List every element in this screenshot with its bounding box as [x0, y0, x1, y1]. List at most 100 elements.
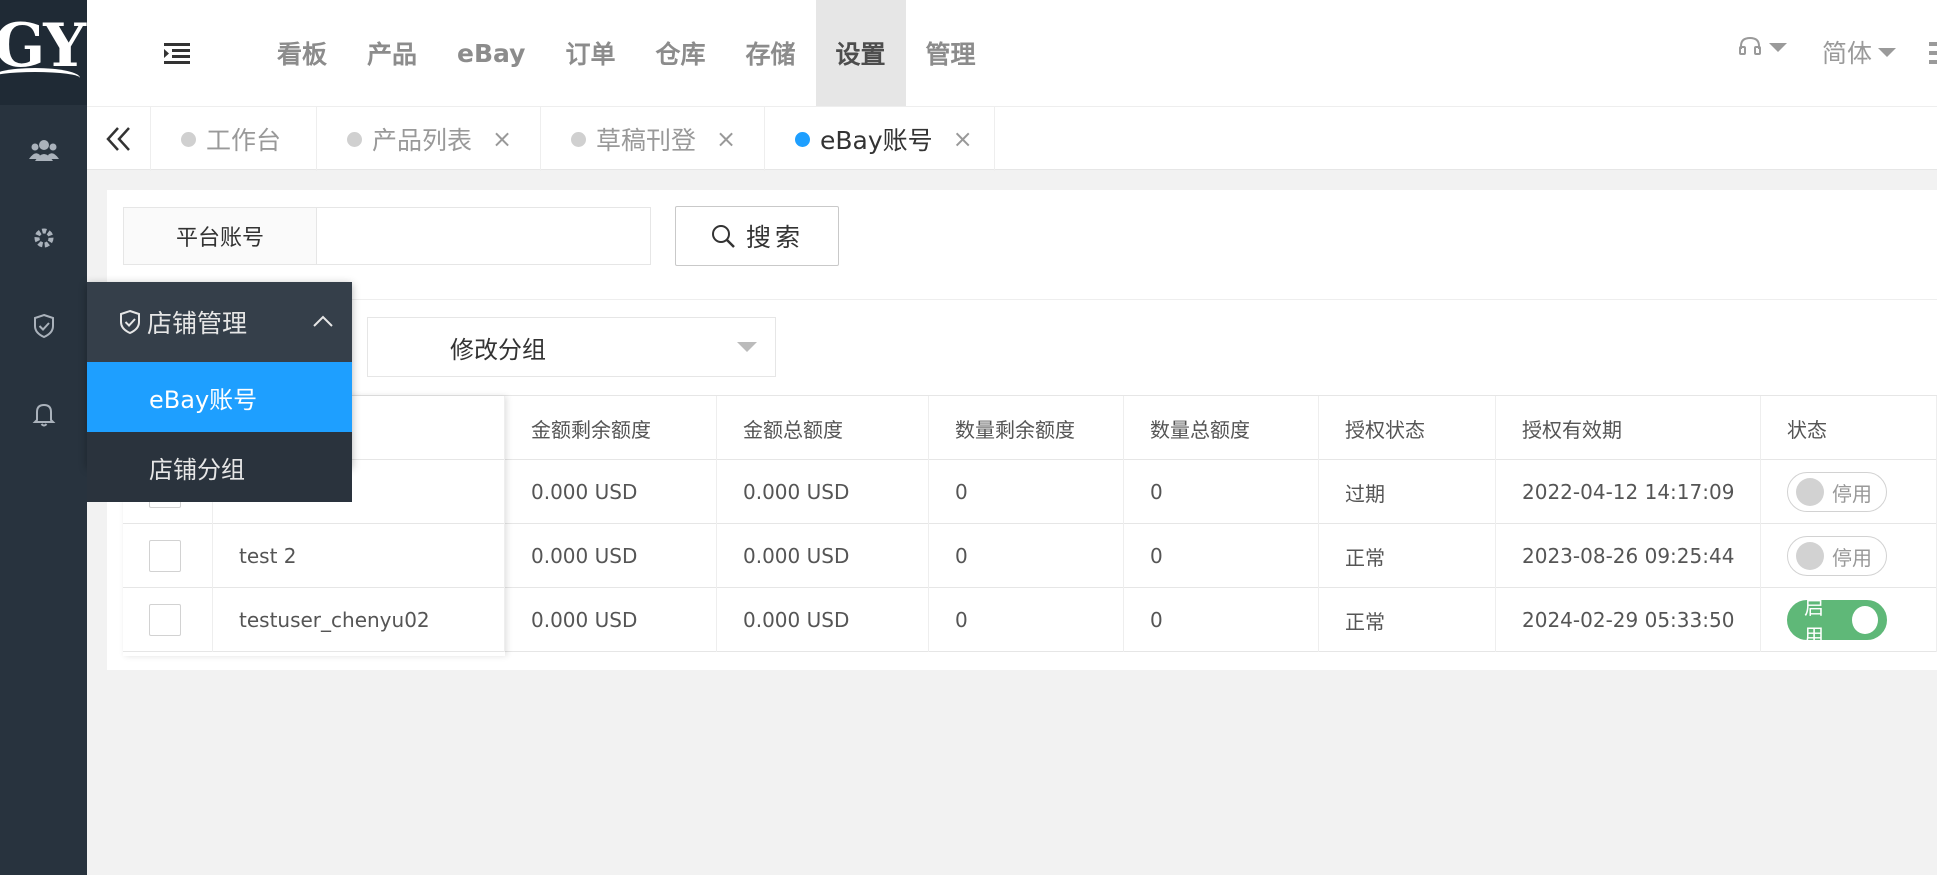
collapse-sidebar-button[interactable] — [87, 107, 151, 171]
table-row: test 2 0.000 USD 0.000 USD 0 0 正常 2023-0… — [123, 524, 1937, 588]
logo: GY — [0, 0, 87, 105]
auth-status: 正常 — [1319, 588, 1496, 652]
amount-remaining: 0.000 USD — [505, 588, 717, 652]
table-header-cell: 金额剩余额度 — [505, 396, 717, 460]
nav-settings[interactable]: 设置 — [815, 0, 906, 106]
status-cell: 停用 — [1761, 524, 1937, 588]
tab-workbench[interactable]: 工作台 — [151, 107, 317, 171]
table-row: v 0.000 USD 0.000 USD 0 0 过期 2022-04-12 … — [123, 460, 1937, 524]
search-button[interactable]: 搜索 — [675, 206, 839, 266]
language-label: 简体 — [1822, 39, 1873, 68]
group-select-value: 修改分组 — [450, 335, 546, 364]
qty-total: 0 — [1124, 588, 1319, 652]
nav-orders[interactable]: 订单 — [545, 0, 635, 106]
content-card: 平台账号 搜索 修改分组 金额剩余额度 金额总额度 数量剩余额度 数量总额度 授… — [107, 190, 1937, 670]
amount-remaining: 0.000 USD — [505, 460, 717, 524]
more-menu-icon[interactable] — [1929, 42, 1937, 64]
status-cell: 启用 — [1761, 588, 1937, 652]
search-icon — [711, 225, 735, 248]
menu-toggle-icon[interactable] — [162, 40, 192, 66]
platform-account-input[interactable] — [317, 207, 651, 265]
table-header-row: 金额剩余额度 金额总额度 数量剩余额度 数量总额度 授权状态 授权有效期 状态 — [123, 396, 1937, 460]
status-toggle[interactable]: 启用 — [1787, 595, 1887, 648]
qty-remaining: 0 — [929, 588, 1124, 652]
auth-expiry: 2023-08-26 09:25:44 — [1496, 524, 1761, 588]
bell-icon[interactable] — [0, 394, 87, 434]
logo-text: GY — [0, 11, 86, 81]
flyout-item-store-group[interactable]: 店铺分组 — [87, 432, 352, 502]
divider — [123, 299, 1937, 300]
account-name: test 2 — [213, 524, 505, 588]
tab-label: eBay账号 — [820, 126, 933, 155]
status-label: 停用 — [1832, 481, 1872, 506]
table-header-cell: 状态 — [1761, 396, 1937, 460]
auth-status: 正常 — [1319, 524, 1496, 588]
logo-swoosh — [0, 68, 80, 88]
tab-draft-listing[interactable]: 草稿刊登 × — [541, 107, 765, 171]
nav-manage[interactable]: 管理 — [906, 0, 996, 106]
tab-dot — [347, 131, 362, 147]
table-header-cell: 数量总额度 — [1124, 396, 1319, 460]
tab-product-list[interactable]: 产品列表 × — [317, 107, 541, 171]
qty-remaining: 0 — [929, 524, 1124, 588]
row-checkbox[interactable] — [149, 540, 181, 572]
users-icon[interactable] — [0, 130, 87, 170]
close-icon[interactable]: × — [953, 125, 973, 153]
table-header-cell: 金额总额度 — [717, 396, 929, 460]
checkbox-cell — [123, 524, 213, 588]
search-label: 平台账号 — [123, 207, 317, 265]
store-management-header[interactable]: 店铺管理 — [87, 282, 352, 362]
nav-warehouse[interactable]: 仓库 — [635, 0, 725, 106]
auth-expiry: 2024-02-29 05:33:50 — [1496, 588, 1761, 652]
store-management-flyout: 店铺管理 eBay账号 店铺分组 — [87, 282, 352, 502]
shield-icon[interactable] — [0, 306, 87, 346]
gear-icon[interactable] — [0, 218, 87, 258]
close-icon[interactable]: × — [716, 125, 736, 153]
flyout-title: 店铺管理 — [147, 309, 248, 338]
language-dropdown[interactable]: 简体 — [1822, 34, 1897, 70]
status-label: 停用 — [1832, 545, 1872, 570]
chevron-down-icon — [1769, 42, 1787, 52]
toggle-knob — [1796, 478, 1824, 506]
chevron-down-icon — [737, 342, 757, 352]
qty-total: 0 — [1124, 460, 1319, 524]
chevron-down-icon — [1878, 47, 1897, 57]
row-checkbox[interactable] — [149, 604, 181, 636]
flyout-item-ebay-account[interactable]: eBay账号 — [87, 362, 352, 432]
toggle-knob — [1796, 542, 1824, 570]
group-select[interactable]: 修改分组 — [367, 317, 776, 377]
support-dropdown[interactable] — [1737, 34, 1787, 60]
close-icon[interactable]: × — [492, 125, 512, 153]
tab-label: 产品列表 — [372, 126, 473, 155]
amount-total: 0.000 USD — [717, 524, 929, 588]
nav-products[interactable]: 产品 — [347, 0, 437, 106]
amount-total: 0.000 USD — [717, 588, 929, 652]
status-toggle[interactable]: 停用 — [1787, 472, 1887, 512]
account-name: testuser_chenyu02 — [213, 588, 505, 652]
status-label: 启用 — [1804, 595, 1824, 648]
double-chevron-left-icon — [105, 127, 130, 151]
status-cell: 停用 — [1761, 460, 1937, 524]
auth-expiry: 2022-04-12 14:17:09 — [1496, 460, 1761, 524]
main-nav: 看板 产品 eBay 订单 仓库 存储 设置 管理 — [257, 0, 996, 106]
top-header: 看板 产品 eBay 订单 仓库 存储 设置 管理 简体 — [87, 0, 1937, 106]
table-header-cell: 数量剩余额度 — [929, 396, 1124, 460]
table-header-cell: 授权状态 — [1319, 396, 1496, 460]
tab-ebay-account[interactable]: eBay账号 × — [765, 107, 995, 171]
table-header-cell: 授权有效期 — [1496, 396, 1761, 460]
tab-bar: 工作台 产品列表 × 草稿刊登 × eBay账号 × — [87, 106, 1937, 171]
amount-total: 0.000 USD — [717, 460, 929, 524]
left-sidebar: GY — [0, 0, 87, 875]
nav-dashboard[interactable]: 看板 — [257, 0, 347, 106]
nav-ebay[interactable]: eBay — [437, 0, 545, 106]
headset-icon — [1739, 36, 1761, 55]
table-row: testuser_chenyu02 0.000 USD 0.000 USD 0 … — [123, 588, 1937, 652]
status-toggle[interactable]: 停用 — [1787, 536, 1887, 576]
tab-dot — [571, 131, 586, 147]
tab-dot — [795, 131, 810, 147]
checkbox-cell — [123, 588, 213, 652]
nav-storage[interactable]: 存储 — [725, 0, 815, 106]
search-button-label: 搜索 — [745, 223, 804, 252]
auth-status: 过期 — [1319, 460, 1496, 524]
tab-dot — [181, 131, 196, 147]
